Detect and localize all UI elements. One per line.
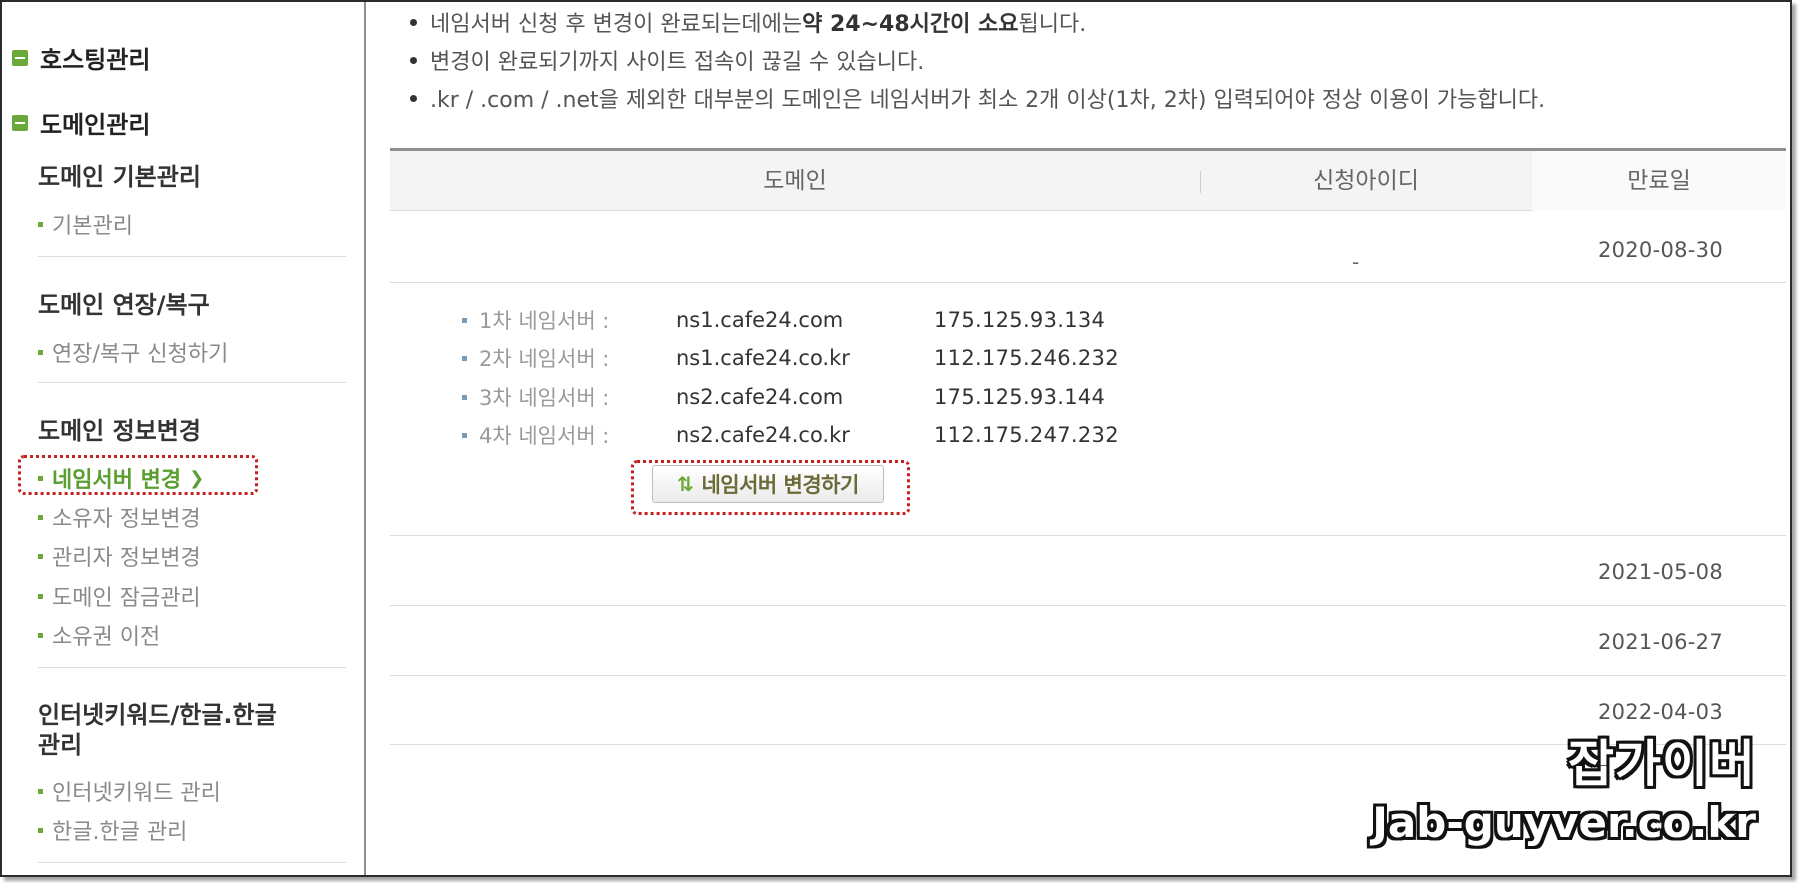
link-label: 도메인 잠금관리 <box>52 586 201 611</box>
expiry-date: 2020-08-30 <box>1597 238 1723 262</box>
bullet-icon <box>38 553 43 559</box>
sidebar: 호스팅관리 도메인관리 도메인 기본관리 기본관리 도메인 연장/복구 연장/복… <box>2 2 366 875</box>
bullet-icon <box>462 432 467 438</box>
bullet-icon <box>38 349 43 355</box>
nameserver-ip: 112.175.247.232 <box>934 423 1119 447</box>
nameserver-host: ns2.cafe24.com <box>676 385 844 409</box>
bullet-icon <box>38 632 43 638</box>
section-title-basic: 도메인 기본관리 <box>38 163 201 191</box>
bullet-icon <box>38 221 43 227</box>
nameserver-host: ns1.cafe24.com <box>676 308 844 332</box>
link-label: 한글.한글 관리 <box>52 820 188 845</box>
nameserver-row: 2차 네임서버 : ns1.cafe24.co.kr 112.175.246.2… <box>462 343 1119 373</box>
bullet-icon <box>38 593 43 599</box>
bullet-icon <box>410 94 417 102</box>
nameserver-host: ns2.cafe24.co.kr <box>676 423 850 447</box>
bullet-icon <box>410 18 417 26</box>
bullet-icon <box>38 827 43 833</box>
notice-bold: 약 24~48시간이 소요 <box>802 12 1019 37</box>
minus-square-icon <box>12 114 28 131</box>
column-header-expiry: 만료일 <box>1532 151 1786 211</box>
section-title-keyword: 인터넷키워드/한글.한글 관리 <box>38 700 277 760</box>
notice-text: 변경이 완료되기까지 사이트 접속이 끊길 수 있습니다. <box>430 50 925 75</box>
divider <box>38 382 346 383</box>
divider <box>38 256 346 257</box>
minus-square-icon <box>12 49 28 66</box>
nameserver-label: 1차 네임서버 : <box>479 309 610 333</box>
bullet-icon <box>462 394 467 400</box>
expiry-date: 2022-04-03 <box>1597 700 1723 724</box>
sidebar-link-admin-change[interactable]: 관리자 정보변경 <box>38 540 201 572</box>
expiry-date: 2021-05-08 <box>1597 560 1723 584</box>
column-header-user-id: 신청아이디 <box>1313 168 1419 194</box>
divider <box>38 667 346 668</box>
nameserver-label: 4차 네임서버 : <box>479 424 610 448</box>
link-label: 소유자 정보변경 <box>52 507 201 532</box>
highlight-box <box>18 455 258 495</box>
section-title-renewal: 도메인 연장/복구 <box>38 291 210 319</box>
highlight-box <box>631 460 910 515</box>
watermark-url: Jab-guyver.co.kr <box>1372 798 1756 847</box>
notice-3: .kr / .com / .net을 제외한 대부분의 도메인은 네임서버가 최… <box>410 82 1545 114</box>
notice-text: .kr / .com / .net을 제외한 대부분의 도메인은 네임서버가 최… <box>430 88 1546 113</box>
link-label: 관리자 정보변경 <box>52 546 201 571</box>
sidebar-link-hangul[interactable]: 한글.한글 관리 <box>38 814 187 846</box>
nameserver-ip: 175.125.93.134 <box>934 308 1106 332</box>
nameserver-ip: 175.125.93.144 <box>934 385 1106 409</box>
link-label: 기본관리 <box>52 214 133 239</box>
sidebar-link-lock[interactable]: 도메인 잠금관리 <box>38 580 201 612</box>
nameserver-row: 4차 네임서버 : ns2.cafe24.co.kr 112.175.247.2… <box>462 420 1119 450</box>
link-label: 연장/복구 신청하기 <box>52 342 229 367</box>
nameserver-row: 3차 네임서버 : ns2.cafe24.com 175.125.93.144 <box>462 382 1105 412</box>
notice-2: 변경이 완료되기까지 사이트 접속이 끊길 수 있습니다. <box>410 44 924 76</box>
nameserver-ip: 112.175.246.232 <box>934 346 1119 370</box>
notice-1: 네임서버 신청 후 변경이 완료되는데에는 약 24~48시간이 소요 됩니다. <box>410 6 1086 38</box>
sidebar-link-basic[interactable]: 기본관리 <box>38 208 133 240</box>
sidebar-item-label: 호스팅관리 <box>40 46 151 74</box>
sidebar-link-renewal[interactable]: 연장/복구 신청하기 <box>38 336 228 368</box>
notice-text: 됩니다. <box>1018 12 1087 37</box>
bullet-icon <box>38 788 43 794</box>
table-header: 도메인 신청아이디 만료일 <box>390 148 1786 211</box>
section-title-line: 인터넷키워드/한글.한글 <box>38 701 277 729</box>
sidebar-item-label: 도메인관리 <box>40 111 151 139</box>
link-label: 소유권 이전 <box>52 625 161 650</box>
divider <box>38 862 346 863</box>
notice-text: 네임서버 신청 후 변경이 완료되는데에는 <box>430 12 803 37</box>
row-divider <box>390 282 1786 283</box>
row-divider <box>390 675 1786 676</box>
sidebar-item-hosting[interactable]: 호스팅관리 <box>12 40 150 75</box>
bullet-icon <box>410 56 417 64</box>
nameserver-row: 1차 네임서버 : ns1.cafe24.com 175.125.93.134 <box>462 305 1105 335</box>
nameserver-label: 3차 네임서버 : <box>479 386 610 410</box>
sidebar-link-keyword[interactable]: 인터넷키워드 관리 <box>38 775 221 807</box>
sidebar-item-domain[interactable]: 도메인관리 <box>12 105 150 140</box>
window-frame: 호스팅관리 도메인관리 도메인 기본관리 기본관리 도메인 연장/복구 연장/복… <box>0 0 1792 877</box>
bullet-icon <box>462 317 467 323</box>
expiry-date: 2021-06-27 <box>1597 630 1723 654</box>
bullet-icon <box>38 514 43 520</box>
row-divider <box>390 535 1786 536</box>
nameserver-label: 2차 네임서버 : <box>479 347 610 371</box>
bullet-icon <box>462 355 467 361</box>
section-title-line: 관리 <box>38 731 83 759</box>
watermark-name: 잡가이버 <box>1568 735 1756 793</box>
sidebar-link-owner-change[interactable]: 소유자 정보변경 <box>38 501 201 533</box>
nameserver-host: ns1.cafe24.co.kr <box>676 346 850 370</box>
column-header-domain: 도메인 <box>763 168 827 194</box>
user-id-cell: - <box>1352 250 1360 274</box>
sidebar-link-transfer[interactable]: 소유권 이전 <box>38 619 160 651</box>
section-title-info-change: 도메인 정보변경 <box>38 417 201 445</box>
row-divider <box>390 605 1786 606</box>
link-label: 인터넷키워드 관리 <box>52 781 221 806</box>
